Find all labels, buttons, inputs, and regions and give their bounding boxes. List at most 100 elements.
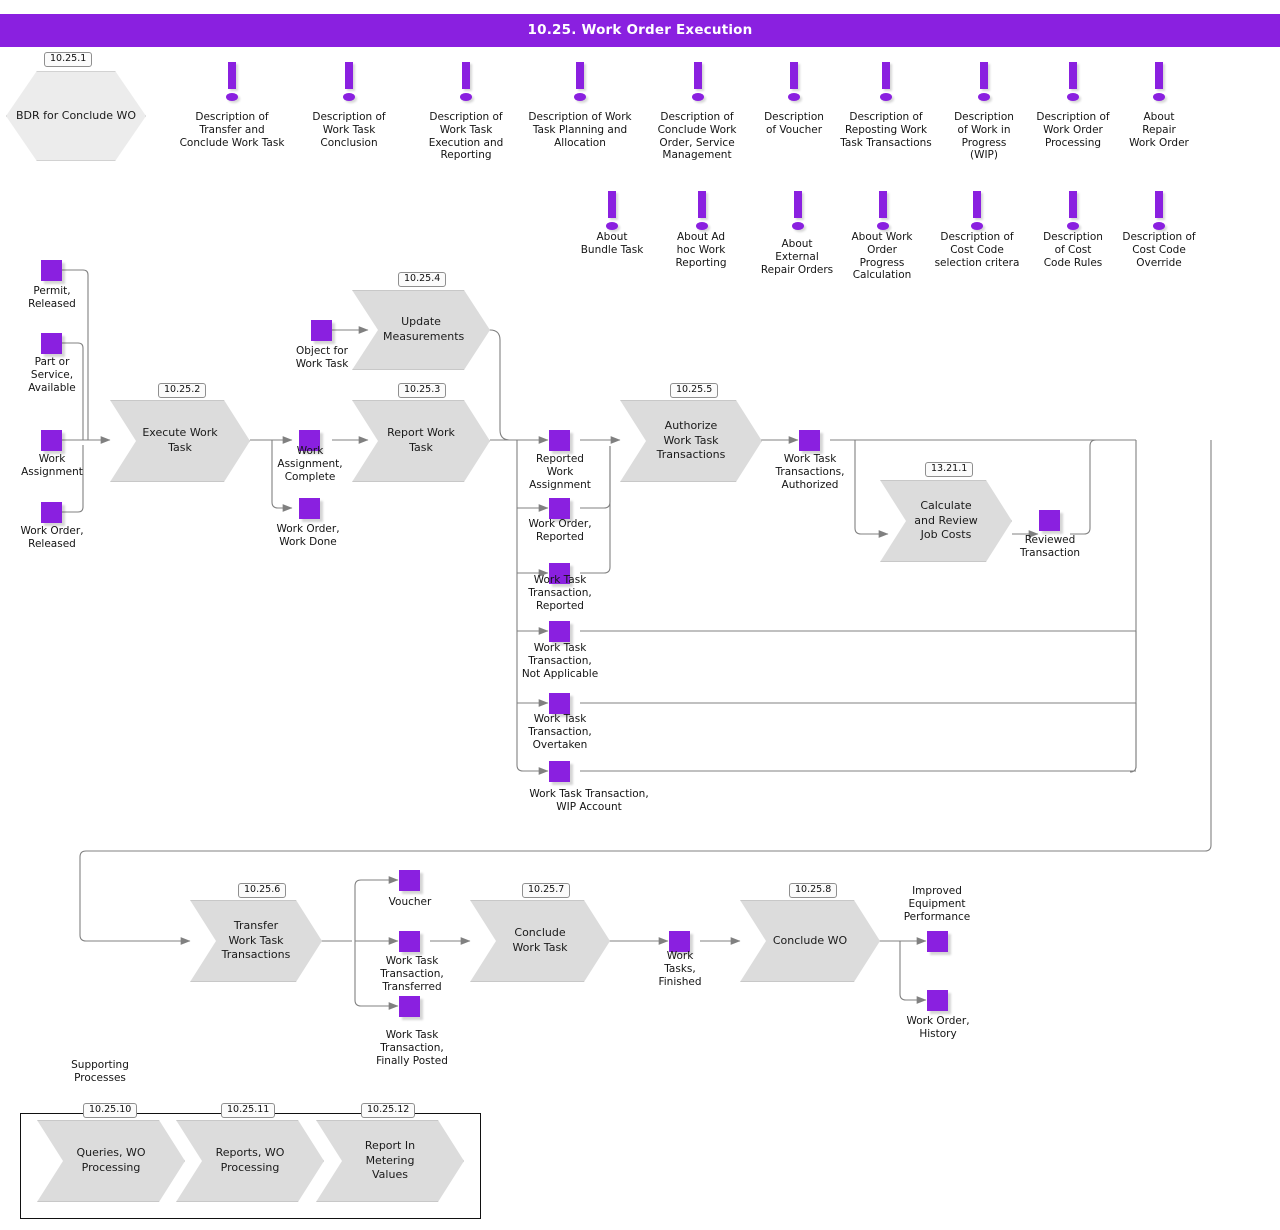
- process-report-work-task-label: Report Work Task: [387, 426, 455, 454]
- exclamation-icon[interactable]: [338, 62, 360, 102]
- tag-bdr: 10.25.1: [44, 52, 93, 68]
- entity-part-or-service-available[interactable]: [41, 333, 62, 354]
- exclamation-icon[interactable]: [787, 191, 809, 231]
- entity-wtt-transferred[interactable]: [399, 931, 420, 952]
- exclamation-icon[interactable]: [691, 191, 713, 231]
- entity-work-assignment-complete-label: Work Assignment, Complete: [277, 445, 343, 483]
- process-authorize-work-task-transactions-label: Authorize Work Task Transactions: [656, 419, 726, 462]
- entity-permit-released-label: Permit, Released: [28, 285, 76, 310]
- entity-permit-released[interactable]: [41, 260, 62, 281]
- entity-wtt-wip-account-label: Work Task Transaction, WIP Account: [529, 788, 649, 813]
- exclamation-bar: [1155, 62, 1163, 89]
- tag-execute-work-task: 10.25.2: [158, 383, 207, 399]
- exclamation-icon[interactable]: [875, 62, 897, 102]
- exclamation-bar: [980, 62, 988, 89]
- tag-report-work-task: 10.25.3: [398, 383, 447, 399]
- info-label-transfer-conclude-work-task: Description of Transfer and Conclude Wor…: [179, 111, 285, 149]
- entity-work-tasks-finished[interactable]: [669, 931, 690, 952]
- info-label-work-task-execution-reporting: Description of Work Task Execution and R…: [428, 111, 504, 162]
- exclamation-icon[interactable]: [973, 62, 995, 102]
- entity-wtt-finally-posted[interactable]: [399, 996, 420, 1017]
- exclamation-dot: [880, 93, 892, 101]
- process-conclude-wo[interactable]: Conclude WO: [740, 900, 880, 982]
- entity-object-for-work-task[interactable]: [311, 320, 332, 341]
- exclamation-dot: [877, 222, 889, 230]
- entity-reported-work-assignment[interactable]: [549, 430, 570, 451]
- exclamation-dot: [978, 93, 990, 101]
- diagram-canvas: 10.25. Work Order Execution 10.25.1 BDR …: [0, 0, 1280, 1230]
- exclamation-icon[interactable]: [783, 62, 805, 102]
- entity-work-order-released-label: Work Order, Released: [20, 525, 84, 550]
- exclamation-bar: [973, 191, 981, 218]
- exclamation-icon[interactable]: [966, 191, 988, 231]
- process-update-measurements[interactable]: Update Measurements: [352, 290, 490, 370]
- process-execute-work-task-label: Execute Work Task: [142, 426, 218, 454]
- exclamation-dot: [696, 222, 708, 230]
- exclamation-icon[interactable]: [1062, 62, 1084, 102]
- entity-work-order-history[interactable]: [927, 990, 948, 1011]
- entity-wtt-wip-account[interactable]: [549, 761, 570, 782]
- entity-wtt-not-applicable-label: Work Task Transaction, Not Applicable: [521, 642, 599, 680]
- exclamation-bar: [694, 62, 702, 89]
- process-reports-wo-processing-label: Reports, WO Processing: [215, 1146, 285, 1174]
- process-conclude-work-task[interactable]: Conclude Work Task: [470, 900, 610, 982]
- page-title: 10.25. Work Order Execution: [527, 22, 753, 38]
- tag-conclude-work-task: 10.25.7: [522, 883, 571, 899]
- entity-voucher[interactable]: [399, 870, 420, 891]
- process-authorize-work-task-transactions[interactable]: Authorize Work Task Transactions: [620, 400, 762, 482]
- node-bdr-conclude-wo[interactable]: BDR for Conclude WO: [6, 71, 146, 161]
- exclamation-icon[interactable]: [687, 62, 709, 102]
- entity-work-order-reported-label: Work Order, Reported: [528, 518, 592, 543]
- process-transfer-work-task-transactions[interactable]: Transfer Work Task Transactions: [190, 900, 322, 982]
- exclamation-bar: [345, 62, 353, 89]
- exclamation-bar: [1155, 191, 1163, 218]
- exclamation-bar: [608, 191, 616, 218]
- exclamation-dot: [606, 222, 618, 230]
- entity-wtt-authorized-label: Work Task Transactions, Authorized: [775, 453, 845, 491]
- info-label-cost-code-rules: Description of Cost Code Rules: [1043, 231, 1103, 269]
- exclamation-dot: [971, 222, 983, 230]
- exclamation-bar: [882, 62, 890, 89]
- exclamation-icon[interactable]: [455, 62, 477, 102]
- entity-reviewed-transaction[interactable]: [1039, 510, 1060, 531]
- exclamation-dot: [460, 93, 472, 101]
- exclamation-dot: [792, 222, 804, 230]
- node-bdr-conclude-wo-label: BDR for Conclude WO: [15, 108, 137, 122]
- exclamation-icon[interactable]: [601, 191, 623, 231]
- entity-work-order-released[interactable]: [41, 502, 62, 523]
- process-conclude-wo-label: Conclude WO: [772, 933, 848, 947]
- process-execute-work-task[interactable]: Execute Work Task: [110, 400, 250, 482]
- entity-wtt-authorized[interactable]: [799, 430, 820, 451]
- process-transfer-work-task-transactions-label: Transfer Work Task Transactions: [221, 919, 291, 962]
- process-conclude-work-task-label: Conclude Work Task: [512, 926, 568, 954]
- entity-work-tasks-finished-label: Work Tasks, Finished: [658, 950, 702, 988]
- info-label-work-task-planning-allocation: Description of Work Task Planning and Al…: [528, 111, 632, 149]
- exclamation-icon[interactable]: [221, 62, 243, 102]
- process-report-in-metering-values-label: Report In Metering Values: [364, 1139, 416, 1182]
- tag-calculate-review-job-costs: 13.21.1: [925, 462, 974, 478]
- entity-work-assignment[interactable]: [41, 430, 62, 451]
- process-calculate-review-job-costs[interactable]: Calculate and Review Job Costs: [880, 480, 1012, 562]
- exclamation-dot: [1067, 93, 1079, 101]
- entity-wtt-not-applicable[interactable]: [549, 621, 570, 642]
- exclamation-icon[interactable]: [1062, 191, 1084, 231]
- info-label-bundle-task: About Bundle Task: [580, 231, 644, 256]
- entity-improved-equipment-performance-label: Improved Equipment Performance: [903, 885, 971, 923]
- exclamation-icon[interactable]: [1148, 191, 1170, 231]
- exclamation-icon[interactable]: [872, 191, 894, 231]
- entity-work-assignment-label: Work Assignment: [21, 453, 83, 478]
- process-report-work-task[interactable]: Report Work Task: [352, 400, 490, 482]
- entity-wtt-transferred-label: Work Task Transaction, Transferred: [380, 955, 444, 993]
- info-label-cost-code-selection-criteria: Description of Cost Code selection crite…: [934, 231, 1020, 269]
- entity-work-order-reported[interactable]: [549, 498, 570, 519]
- info-label-conclude-work-order-service-management: Description of Conclude Work Order, Serv…: [657, 111, 737, 162]
- entity-wtt-overtaken[interactable]: [549, 693, 570, 714]
- exclamation-icon[interactable]: [569, 62, 591, 102]
- exclamation-dot: [1067, 222, 1079, 230]
- exclamation-bar: [1069, 191, 1077, 218]
- exclamation-bar: [576, 62, 584, 89]
- exclamation-dot: [226, 93, 238, 101]
- entity-improved-equipment-performance[interactable]: [927, 931, 948, 952]
- entity-work-order-work-done[interactable]: [299, 498, 320, 519]
- exclamation-icon[interactable]: [1148, 62, 1170, 102]
